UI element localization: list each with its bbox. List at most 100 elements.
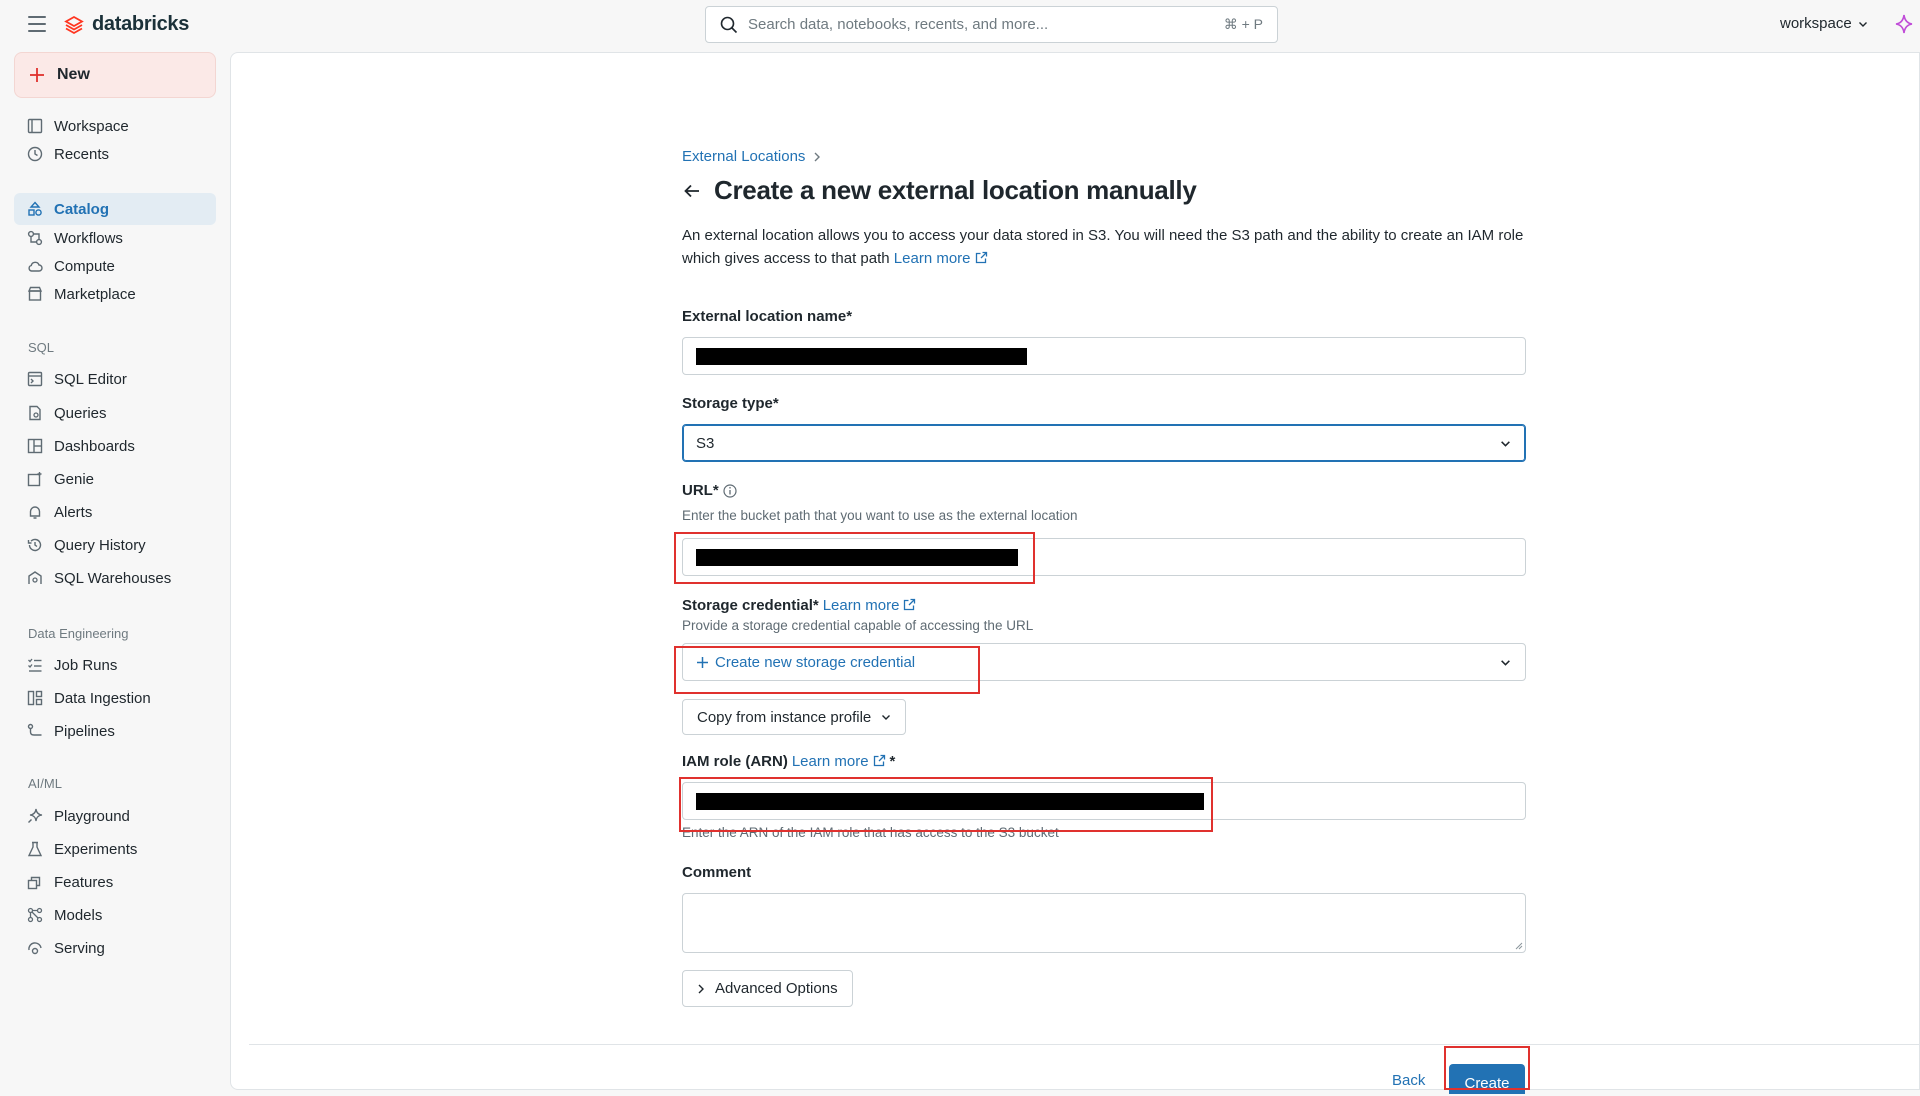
sidebar-item-data-ingestion[interactable]: Data Ingestion [14,682,216,714]
search-icon [720,16,738,33]
storage-type-select[interactable]: S3 [682,424,1526,462]
sidebar-item-label: SQL Editor [54,370,127,388]
copy-instance-profile-button[interactable]: Copy from instance profile [682,699,907,735]
sidebar-item-label: Queries [54,404,107,422]
sidebar-item-job-runs[interactable]: Job Runs [14,649,216,681]
sidebar-item-label: Catalog [54,200,110,218]
store-icon [27,286,43,301]
assistant-sparkle-icon[interactable] [1895,14,1913,39]
sidebar-item-label: Workspace [54,117,129,135]
main-panel: External Locations Create a new external… [230,52,1920,1094]
search-input[interactable]: Search data, notebooks, recents, and mor… [705,6,1278,43]
new-label: New [57,66,90,83]
sidebar-item-label: Experiments [54,840,138,858]
sidebar-item-marketplace[interactable]: Marketplace [14,278,216,310]
sidebar-item-label: Marketplace [54,285,136,303]
create-credential-label: Create new storage credential [715,653,916,671]
resize-grip-icon[interactable] [1514,941,1523,950]
sidebar-item-recents[interactable]: Recents [14,138,216,170]
url-helper: Enter the bucket path that you want to u… [682,508,1078,523]
workspace-switcher[interactable]: workspace [1780,15,1868,32]
name-label: External location name* [682,308,853,325]
external-link-icon [975,251,987,264]
history-icon [27,538,42,552]
sidebar-item-catalog[interactable]: Catalog [14,193,216,225]
sidebar-item-features[interactable]: Features [14,866,216,898]
comment-label: Comment [682,864,752,881]
data-engineering-section-title: Data Engineering [28,626,129,641]
sidebar-item-query-history[interactable]: Query History [14,529,216,561]
sidebar-item-label: Workflows [54,229,123,247]
back-arrow-icon[interactable] [682,181,702,201]
create-button[interactable]: Create [1449,1064,1525,1094]
sidebar-item-label: Data Ingestion [54,689,151,707]
databricks-logo[interactable]: databricks [64,13,189,36]
sidebar-item-label: Playground [54,807,130,825]
top-bar: databricks Search data, notebooks, recen… [0,0,1920,52]
sidebar-item-pipelines[interactable]: Pipelines [14,715,216,747]
back-button[interactable]: Back [1392,1072,1425,1089]
sidebar-item-serving[interactable]: Serving [14,932,216,964]
sidebar-item-sql-editor[interactable]: SQL Editor [14,363,216,395]
sidebar-item-models[interactable]: Models [14,899,216,931]
ai-ml-section-title: AI/ML [28,776,62,791]
databricks-logo-icon [64,15,84,34]
sidebar-item-sql-warehouses[interactable]: SQL Warehouses [14,562,216,594]
clock-icon [27,146,43,162]
warehouse-icon [28,571,42,584]
page-description: An external location allows you to acces… [682,224,1526,270]
sidebar-item-playground[interactable]: Playground [14,800,216,832]
learn-more-label: Learn more [893,250,971,267]
sidebar-item-genie[interactable]: Genie [14,463,216,495]
chevron-down-icon [1858,21,1867,27]
search-shortcut: ⌘ + P [1223,16,1263,32]
storage-credential-select[interactable]: Create new storage credential [682,643,1526,681]
playground-icon [28,808,43,823]
storage-type-label: Storage type* [682,395,779,412]
learn-more-link[interactable]: Learn more [894,250,988,267]
sidebar-item-alerts[interactable]: Alerts [14,496,216,528]
redacted-value [696,792,1204,810]
menu-icon[interactable] [28,16,46,32]
iam-role-input[interactable] [682,782,1526,820]
iam-label-row: IAM role (ARN) Learn more * [682,753,895,770]
credential-learn-more-link[interactable]: Learn more [823,597,917,614]
chevron-right-icon [698,984,704,993]
external-link-icon [904,598,916,611]
info-icon[interactable] [723,483,737,498]
sidebar-item-label: Recents [54,145,110,163]
query-file-icon [29,405,41,421]
sidebar-item-label: Genie [54,470,95,488]
url-label: URL* [682,482,719,499]
sidebar-item-dashboards[interactable]: Dashboards [14,430,216,462]
genie-icon [27,472,42,487]
iam-label: IAM role (ARN) [682,753,788,770]
advanced-options-toggle[interactable]: Advanced Options [682,970,853,1007]
folder-icon [27,118,43,134]
title-row: Create a new external location manually [682,175,1197,206]
sidebar-item-queries[interactable]: Queries [14,397,216,429]
url-label-row: URL* [682,482,737,499]
sql-section-title: SQL [28,340,55,355]
credential-label-row: Storage credential* Learn more [682,597,916,614]
new-button[interactable]: New [14,52,216,98]
location-name-input[interactable] [682,337,1526,375]
dashboard-icon [27,438,43,454]
breadcrumb-external-locations[interactable]: External Locations [682,148,805,165]
comment-textarea[interactable] [682,893,1526,953]
create-label: Create [1464,1075,1510,1092]
url-input[interactable] [682,538,1526,576]
page-title: Create a new external location manually [714,175,1197,205]
create-credential-option[interactable]: Create new storage credential [696,654,915,671]
search-placeholder: Search data, notebooks, recents, and mor… [748,16,1049,33]
sidebar-item-label: SQL Warehouses [54,569,172,587]
brand-name: databricks [92,13,190,35]
iam-helper: Enter the ARN of the IAM role that has a… [682,825,1059,840]
iam-learn-more-link[interactable]: Learn more [792,753,886,770]
sql-editor-icon [27,371,43,387]
storage-type-value: S3 [696,434,715,452]
sidebar-item-experiments[interactable]: Experiments [14,833,216,865]
sidebar-item-label: Compute [54,257,115,275]
plus-icon [30,68,44,82]
learn-more-label: Learn more [822,597,900,614]
